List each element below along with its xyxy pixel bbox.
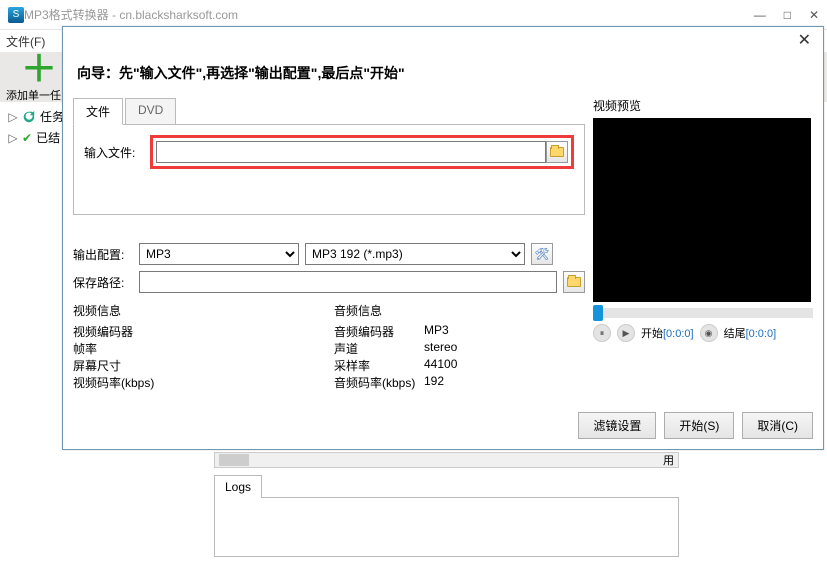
tree-item-label: 任务 [40, 108, 64, 125]
output-config-label: 输出配置: [73, 246, 133, 263]
end-time-value: [0:0:0] [746, 328, 777, 340]
video-bitrate-label: 视频码率(kbps) [73, 374, 163, 391]
audio-bitrate-label: 音频码率(kbps) [334, 374, 424, 391]
save-path-label: 保存路径: [73, 274, 133, 291]
check-icon: ✔ [22, 131, 32, 145]
audio-codec-value: MP3 [424, 323, 484, 340]
pause-button[interactable]: ⏸ [593, 324, 611, 342]
audio-channel-label: 声道 [334, 340, 424, 357]
start-time-label: 开始 [641, 328, 663, 340]
menu-file[interactable]: 文件(F) [6, 33, 45, 50]
start-time-value: [0:0:0] [663, 328, 694, 340]
audio-channel-value: stereo [424, 340, 484, 357]
folder-icon [567, 277, 581, 287]
audio-info-header: 音频信息 [334, 302, 585, 319]
file-panel: 输入文件: [73, 125, 585, 215]
wrench-icon: 🛠 [534, 247, 549, 261]
dialog-titlebar: ✕ [63, 27, 823, 53]
folder-icon [550, 147, 564, 157]
minimize-button[interactable]: — [754, 8, 766, 22]
wizard-instruction: 向导：先"输入文件",再选择"输出配置",最后点"开始" [63, 53, 823, 97]
tab-dvd[interactable]: DVD [125, 98, 176, 125]
dialog-close-button[interactable]: ✕ [794, 30, 815, 50]
audio-info: 音频信息 音频编码器MP3 声道stereo 采样率44100 音频码率(kbp… [334, 302, 585, 391]
audio-codec-label: 音频编码器 [334, 323, 424, 340]
config-button[interactable]: 🛠 [531, 243, 553, 265]
play-controls: ⏸ ▶ 开始[0:0:0] ◉ 结尾[0:0:0] [593, 324, 813, 342]
browse-input-button[interactable] [546, 141, 568, 163]
scrollbar-thumb[interactable] [219, 454, 249, 466]
input-tabs: 文件 DVD [73, 97, 585, 125]
filter-settings-button[interactable]: 滤镜设置 [578, 412, 656, 439]
audio-sample-label: 采样率 [334, 357, 424, 374]
wizard-dialog: ✕ 向导：先"输入文件",再选择"输出配置",最后点"开始" 文件 DVD 输入… [62, 26, 824, 450]
caret-icon: ▷ [8, 131, 18, 145]
tab-file[interactable]: 文件 [73, 98, 123, 125]
preview-slider[interactable] [593, 308, 813, 318]
logs-tab[interactable]: Logs [214, 475, 262, 498]
audio-bitrate-value: 192 [424, 374, 484, 391]
video-info: 视频信息 视频编码器 帧率 屏幕尺寸 视频码率(kbps) [73, 302, 324, 391]
browse-save-button[interactable] [563, 271, 585, 293]
input-file-label: 输入文件: [84, 144, 144, 161]
input-file-field[interactable] [156, 141, 546, 163]
output-type-select[interactable]: MP3 [139, 243, 299, 265]
video-size-label: 屏幕尺寸 [73, 357, 163, 374]
input-highlight-box [150, 135, 574, 169]
slider-thumb[interactable] [593, 305, 603, 321]
refresh-icon [22, 110, 36, 124]
save-path-field[interactable] [139, 271, 557, 293]
video-preview [593, 118, 811, 302]
maximize-button[interactable]: □ [784, 8, 791, 22]
video-fps-label: 帧率 [73, 340, 163, 357]
mark-button[interactable]: ◉ [700, 324, 718, 342]
logs-box [214, 497, 679, 557]
play-button[interactable]: ▶ [617, 324, 635, 342]
window-title: MP3格式转换器 - cn.blacksharksoft.com [24, 6, 754, 23]
logs-use-label: 用 [663, 452, 674, 468]
close-button[interactable]: ✕ [809, 8, 819, 22]
end-time-label: 结尾 [724, 328, 746, 340]
video-codec-label: 视频编码器 [73, 323, 163, 340]
caret-icon: ▷ [8, 110, 18, 124]
horizontal-scrollbar[interactable]: 用 [214, 452, 679, 468]
video-info-header: 视频信息 [73, 302, 324, 319]
cancel-button[interactable]: 取消(C) [742, 412, 813, 439]
main-logs-area: 用 Logs [214, 452, 679, 557]
preview-label: 视频预览 [593, 97, 813, 114]
audio-sample-value: 44100 [424, 357, 484, 374]
output-preset-select[interactable]: MP3 192 (*.mp3) [305, 243, 525, 265]
start-button[interactable]: 开始(S) [664, 412, 734, 439]
tree-item-label: 已结 [36, 129, 60, 146]
app-icon: S [8, 7, 24, 23]
